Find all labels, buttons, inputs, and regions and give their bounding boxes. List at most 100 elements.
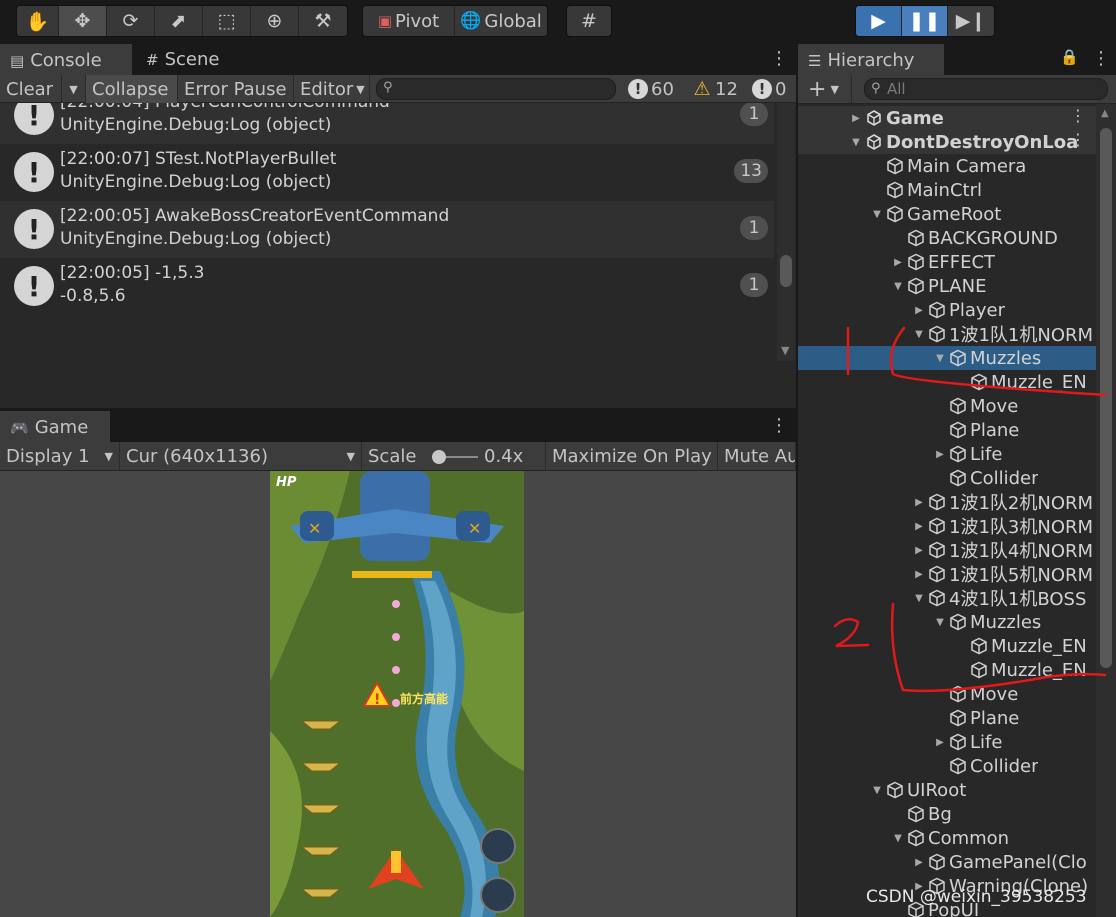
collapse-arrow-icon[interactable]: ▼	[911, 593, 927, 604]
hierarchy-row[interactable]: ▶ Life	[798, 442, 1096, 466]
expand-arrow-icon[interactable]: ▶	[932, 737, 948, 748]
display-dropdown[interactable]: Display 1 ▼	[0, 442, 120, 471]
hierarchy-row[interactable]: ▶ GamePanel(Clo	[798, 850, 1096, 874]
console-entry[interactable]: ! [22:00:07] STest.NotPlayerBullet Unity…	[0, 144, 774, 201]
expand-arrow-icon[interactable]: ▶	[911, 569, 927, 580]
move-tool-button[interactable]: ✥	[59, 6, 107, 36]
collapse-arrow-icon[interactable]: ▼	[911, 329, 927, 340]
error-count-toggle[interactable]: ! 0	[752, 75, 786, 103]
hierarchy-search-input[interactable]: ⚲ All	[864, 78, 1108, 100]
expand-arrow-icon[interactable]: ▶	[911, 497, 927, 508]
scrollbar-thumb[interactable]	[780, 255, 792, 287]
collapse-arrow-icon[interactable]: ▼	[869, 785, 885, 796]
hierarchy-scrollbar[interactable]: ▲	[1096, 104, 1116, 917]
pause-button[interactable]: ❚❚	[902, 6, 948, 36]
hierarchy-row[interactable]: ▶ 1波1队4机NORM	[798, 538, 1096, 562]
console-entry[interactable]: ! [22:00:04] PlayerCanControlCommand Uni…	[0, 103, 774, 144]
mute-audio-toggle[interactable]: Mute Au	[718, 442, 796, 471]
scale-slider-knob[interactable]	[432, 450, 446, 464]
console-menu-icon[interactable]: ⋮	[770, 48, 788, 69]
collapse-arrow-icon[interactable]: ▼	[932, 353, 948, 364]
hierarchy-row[interactable]: ▼ 4波1队1机BOSS	[798, 586, 1096, 610]
collapse-arrow-icon[interactable]: ▼	[890, 281, 906, 292]
hierarchy-row[interactable]: Bg	[798, 802, 1096, 826]
tab-console[interactable]: ▤ Console	[0, 44, 132, 75]
hierarchy-row[interactable]: ▶ Game ⋮	[798, 106, 1096, 130]
rotate-tool-button[interactable]: ⟳	[107, 6, 155, 36]
scroll-up-icon[interactable]: ▲	[1101, 108, 1109, 119]
hierarchy-row[interactable]: BACKGROUND	[798, 226, 1096, 250]
hierarchy-row[interactable]: ▼ Common	[798, 826, 1096, 850]
console-scrollbar[interactable]: ▼	[777, 103, 795, 361]
collapse-arrow-icon[interactable]: ▼	[890, 833, 906, 844]
hierarchy-row[interactable]: ▼ Muzzles	[798, 610, 1096, 634]
grid-snap-button[interactable]: #	[567, 6, 611, 36]
expand-arrow-icon[interactable]: ▶	[911, 521, 927, 532]
scene-menu-icon[interactable]: ⋮	[1070, 106, 1086, 125]
error-pause-toggle[interactable]: Error Pause	[178, 75, 294, 103]
expand-arrow-icon[interactable]: ▶	[911, 305, 927, 316]
tab-game[interactable]: 🎮 Game	[0, 411, 110, 442]
hierarchy-row[interactable]: Plane	[798, 706, 1096, 730]
expand-arrow-icon[interactable]: ▶	[890, 257, 906, 268]
hierarchy-row[interactable]: Muzzle_EN	[798, 370, 1096, 394]
hierarchy-row[interactable]: ▼ UIRoot	[798, 778, 1096, 802]
global-button[interactable]: 🌐 Global	[455, 6, 547, 36]
game-menu-icon[interactable]: ⋮	[770, 415, 788, 436]
transform-tool-button[interactable]: ⊕	[251, 6, 299, 36]
scrollbar-thumb[interactable]	[1100, 128, 1112, 668]
collapse-toggle[interactable]: Collapse	[86, 75, 178, 103]
hierarchy-row[interactable]: ▼ 1波1队1机NORM	[798, 322, 1096, 346]
collapse-arrow-icon[interactable]: ▼	[869, 209, 885, 220]
hierarchy-row[interactable]: Plane	[798, 418, 1096, 442]
warning-count-toggle[interactable]: ⚠ 12	[692, 75, 737, 103]
scale-tool-button[interactable]: ⬈	[155, 6, 203, 36]
hierarchy-row[interactable]: ▼ DontDestroyOnLoa ⋮	[798, 130, 1096, 154]
hierarchy-row[interactable]: Move	[798, 394, 1096, 418]
expand-arrow-icon[interactable]: ▶	[911, 545, 927, 556]
clear-options-dropdown[interactable]: ▼	[62, 75, 86, 103]
expand-arrow-icon[interactable]: ▶	[848, 113, 864, 124]
console-entry[interactable]: ! [22:00:05] AwakeBossCreatorEventComman…	[0, 201, 774, 258]
hierarchy-row[interactable]: Collider	[798, 754, 1096, 778]
hand-tool-button[interactable]: ✋	[17, 6, 59, 36]
hierarchy-row[interactable]: MainCtrl	[798, 178, 1096, 202]
hierarchy-row[interactable]: Main Camera	[798, 154, 1096, 178]
custom-tool-button[interactable]: ⚒	[299, 6, 347, 36]
editor-dropdown[interactable]: Editor ▼	[294, 75, 370, 103]
hierarchy-row[interactable]: ▶ Player	[798, 298, 1096, 322]
game-viewport[interactable]: ✕ ✕ ! HP 前方高能	[270, 471, 524, 917]
console-search-input[interactable]: ⚲	[376, 78, 616, 100]
hierarchy-row[interactable]: ▶ 1波1队2机NORM	[798, 490, 1096, 514]
lock-icon[interactable]: 🔒	[1060, 48, 1079, 66]
hierarchy-row[interactable]: Muzzle_EN	[798, 658, 1096, 682]
create-dropdown[interactable]: + ▼	[802, 75, 852, 103]
hierarchy-row[interactable]: ▼ Muzzles	[798, 346, 1096, 370]
step-button[interactable]: ▶❙	[948, 6, 994, 36]
hierarchy-row[interactable]: Muzzle_EN	[798, 634, 1096, 658]
hierarchy-row[interactable]: Collider	[798, 466, 1096, 490]
scale-slider[interactable]	[432, 450, 478, 464]
scene-menu-icon[interactable]: ⋮	[1070, 130, 1086, 149]
hierarchy-row[interactable]: ▶ EFFECT	[798, 250, 1096, 274]
expand-arrow-icon[interactable]: ▶	[911, 857, 927, 868]
hierarchy-row[interactable]: ▶ 1波1队3机NORM	[798, 514, 1096, 538]
tab-hierarchy[interactable]: ☰ Hierarchy	[798, 44, 944, 75]
console-entry[interactable]: ! [22:00:05] -1,5.3 -0.8,5.6 1	[0, 258, 774, 315]
resolution-dropdown[interactable]: Cur (640x1136) ▼	[120, 442, 362, 471]
rect-tool-button[interactable]: ⬚	[203, 6, 251, 36]
info-count-toggle[interactable]: ! 60	[628, 75, 674, 103]
hierarchy-menu-icon[interactable]: ⋮	[1092, 48, 1110, 69]
hierarchy-row[interactable]: ▼ GameRoot	[798, 202, 1096, 226]
hierarchy-row[interactable]: ▼ PLANE	[798, 274, 1096, 298]
collapse-arrow-icon[interactable]: ▼	[848, 137, 864, 148]
expand-arrow-icon[interactable]: ▶	[932, 449, 948, 460]
maximize-on-play-toggle[interactable]: Maximize On Play	[546, 442, 718, 471]
collapse-arrow-icon[interactable]: ▼	[932, 617, 948, 628]
hierarchy-row[interactable]: Move	[798, 682, 1096, 706]
play-button[interactable]: ▶	[856, 6, 902, 36]
scroll-down-icon[interactable]: ▼	[781, 344, 789, 357]
pivot-button[interactable]: ▣ Pivot	[363, 6, 455, 36]
hierarchy-row[interactable]: ▶ Life	[798, 730, 1096, 754]
tab-scene[interactable]: # Scene	[136, 44, 236, 75]
